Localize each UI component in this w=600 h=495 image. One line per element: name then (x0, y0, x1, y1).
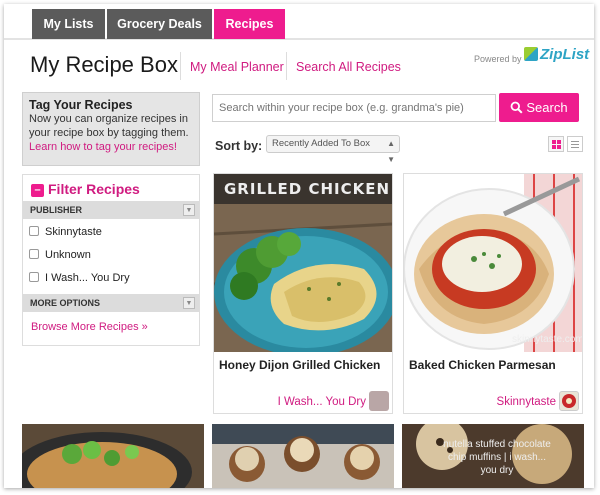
sort-selected-value: Recently Added To Box (272, 138, 371, 149)
checkbox[interactable] (29, 272, 39, 282)
tab-recipes[interactable]: Recipes (214, 9, 285, 39)
browse-more-recipes-link[interactable]: Browse More Recipes » (31, 321, 148, 333)
filter-panel: – Filter Recipes PUBLISHER ▼ Skinnytaste U… (22, 174, 200, 346)
recipe-image[interactable]: GRILLED CHICKEN (214, 174, 392, 352)
image-caption: skinnytaste.com (512, 334, 582, 345)
filter-option-skinnytaste[interactable]: Skinnytaste (29, 226, 102, 238)
tag-box-body: Now you can organize recipes in your rec… (29, 113, 189, 139)
publisher-section-label: PUBLISHER (30, 205, 83, 215)
tag-box-heading: Tag Your Recipes (29, 98, 133, 112)
top-tabs: My Lists Grocery Deals Recipes (4, 4, 594, 40)
recipe-card[interactable]: skinnytaste.com Baked Chicken Parmesan S… (403, 173, 583, 414)
filter-option-label: I Wash... You Dry (45, 272, 130, 284)
recipe-image[interactable] (212, 424, 394, 488)
filter-heading-label: Filter Recipes (48, 181, 140, 197)
page-title: My Recipe Box (30, 52, 178, 77)
checkbox[interactable] (29, 226, 39, 236)
recipe-source[interactable]: Skinnytaste (497, 396, 556, 408)
filter-option-label: Skinnytaste (45, 226, 102, 238)
search-button-label: Search (526, 100, 568, 115)
source-logo[interactable] (369, 391, 389, 411)
recipe-search-input[interactable] (212, 94, 496, 122)
select-arrows-icon: ▲ ▼ (387, 139, 395, 164)
more-options-label: MORE OPTIONS (30, 298, 101, 308)
sort-label: Sort by: (215, 139, 263, 153)
learn-tagging-link[interactable]: Learn how to tag your recipes! (29, 140, 193, 154)
ziplist-logo[interactable]: ZipList (524, 46, 589, 63)
recipe-image[interactable]: nutella stuffed chocolate chip muffins |… (402, 424, 584, 488)
my-meal-planner-link[interactable]: My Meal Planner (190, 60, 284, 74)
recipe-box-page: My Lists Grocery Deals Recipes My Recipe… (4, 4, 594, 488)
recipe-image[interactable] (22, 424, 204, 488)
search-all-recipes-link[interactable]: Search All Recipes (296, 60, 401, 74)
ziplist-icon (524, 47, 538, 61)
recipe-name[interactable]: Baked Chicken Parmesan (409, 358, 556, 372)
tag-recipes-box: Tag Your Recipes Now you can organize re… (22, 92, 200, 166)
grid-view-icon[interactable] (548, 136, 564, 152)
publisher-section-header[interactable]: PUBLISHER ▼ (23, 201, 199, 219)
recipe-card[interactable]: GRILLED CHICKEN Honey Dijon Grilled Chic… (213, 173, 393, 414)
tab-grocery-deals[interactable]: Grocery Deals (107, 9, 212, 39)
header-divider (286, 52, 287, 80)
image-caption: GRILLED CHICKEN (224, 180, 391, 198)
header-divider (180, 52, 181, 80)
filter-heading[interactable]: – Filter Recipes (31, 181, 140, 197)
filter-option-iwashyoudry[interactable]: I Wash... You Dry (29, 272, 130, 284)
sort-select[interactable]: Recently Added To Box ▲ ▼ (266, 135, 400, 164)
filter-option-unknown[interactable]: Unknown (29, 249, 91, 261)
powered-by-label: Powered by (474, 54, 522, 64)
filter-option-label: Unknown (45, 249, 91, 261)
checkbox[interactable] (29, 249, 39, 259)
source-logo[interactable] (559, 391, 579, 411)
recipe-name[interactable]: Honey Dijon Grilled Chicken (219, 358, 380, 372)
list-view-icon[interactable] (567, 136, 583, 152)
chevron-down-icon[interactable]: ▼ (183, 204, 195, 216)
ziplist-brand: ZipList (540, 46, 590, 63)
tab-my-lists[interactable]: My Lists (32, 9, 105, 39)
more-options-section-header[interactable]: MORE OPTIONS ▼ (23, 294, 199, 312)
chevron-down-icon[interactable]: ▼ (183, 297, 195, 309)
image-caption: nutella stuffed chocolate chip muffins |… (443, 439, 551, 476)
recipe-image[interactable]: skinnytaste.com (404, 174, 582, 352)
recipe-source[interactable]: I Wash... You Dry (278, 396, 366, 408)
search-button[interactable]: Search (499, 93, 579, 122)
collapse-icon[interactable]: – (31, 184, 44, 197)
search-icon (510, 101, 523, 114)
